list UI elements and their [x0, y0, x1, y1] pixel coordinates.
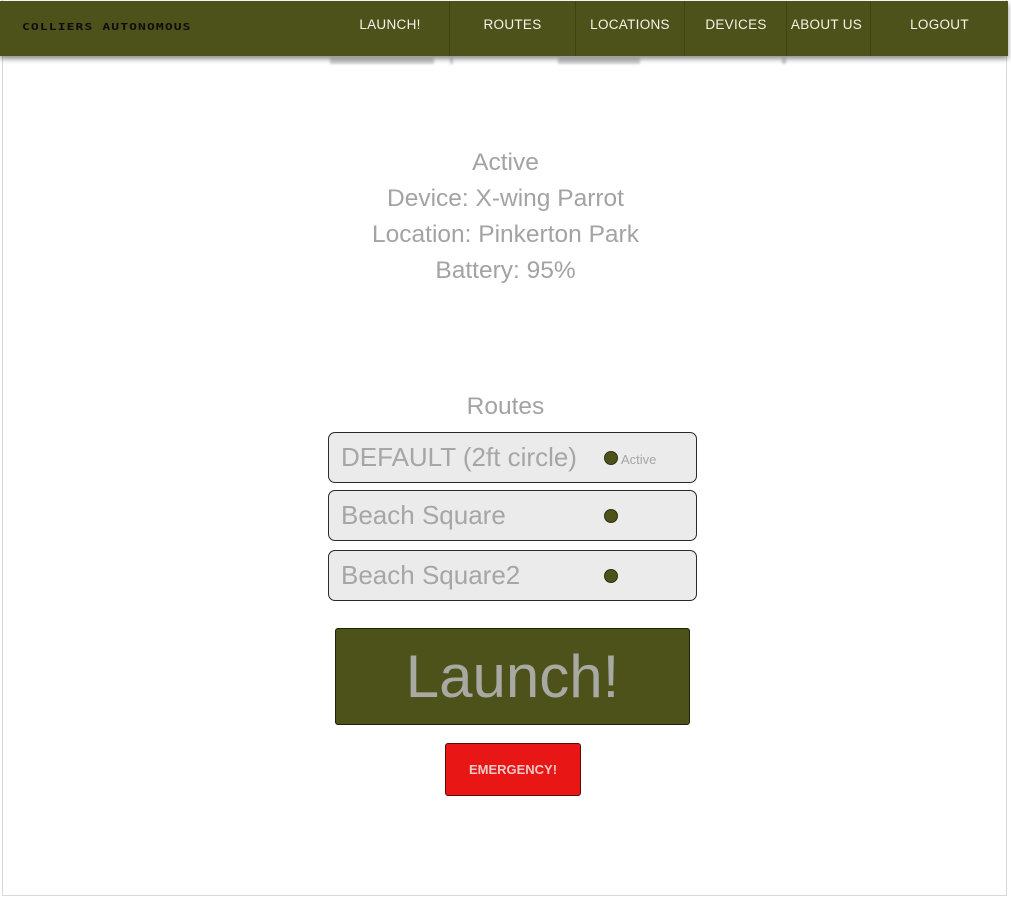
device-status-panel: Active Device: X-wing Parrot Location: P…	[0, 145, 1011, 289]
nav-shadow-artifact	[450, 58, 453, 64]
launch-button[interactable]: Launch!	[335, 628, 690, 725]
nav-shadow-artifact	[782, 58, 786, 64]
nav-locations[interactable]: LOCATIONS	[576, 1, 684, 56]
route-item-beach-square2[interactable]: Beach Square2	[328, 550, 697, 601]
nav-about-us[interactable]: ABOUT US	[787, 1, 866, 56]
route-item-beach-square[interactable]: Beach Square	[328, 490, 697, 541]
route-radio-dot-icon[interactable]	[604, 509, 618, 523]
emergency-button[interactable]: EMERGENCY!	[445, 743, 581, 796]
route-name: Beach Square	[341, 500, 506, 530]
nav-launch[interactable]: LAUNCH!	[330, 1, 450, 56]
nav-logout[interactable]: LOGOUT	[871, 1, 1008, 56]
top-navbar: COLLIERS AUTONOMOUS LAUNCH! ROUTES LOCAT…	[0, 1, 1008, 56]
routes-heading: Routes	[466, 393, 545, 420]
nav-shadow-artifact	[330, 58, 434, 64]
status-location: Location: Pinkerton Park	[372, 221, 639, 248]
status-battery: Battery: 95%	[435, 257, 576, 284]
brand-logo[interactable]: COLLIERS AUTONOMOUS	[22, 22, 192, 33]
route-name: Beach Square2	[341, 560, 521, 590]
route-radio-dot-icon[interactable]	[604, 451, 618, 465]
nav-routes[interactable]: ROUTES	[450, 1, 575, 56]
status-state: Active	[472, 149, 539, 176]
nav-shadow-artifact	[558, 58, 640, 64]
route-radio-dot-icon[interactable]	[604, 569, 618, 583]
route-active-badge: Active	[621, 452, 657, 467]
route-name: DEFAULT (2ft circle)	[341, 442, 577, 472]
status-device: Device: X-wing Parrot	[387, 185, 624, 212]
nav-devices[interactable]: DEVICES	[685, 1, 787, 56]
route-item-default[interactable]: DEFAULT (2ft circle) Active	[328, 432, 697, 483]
